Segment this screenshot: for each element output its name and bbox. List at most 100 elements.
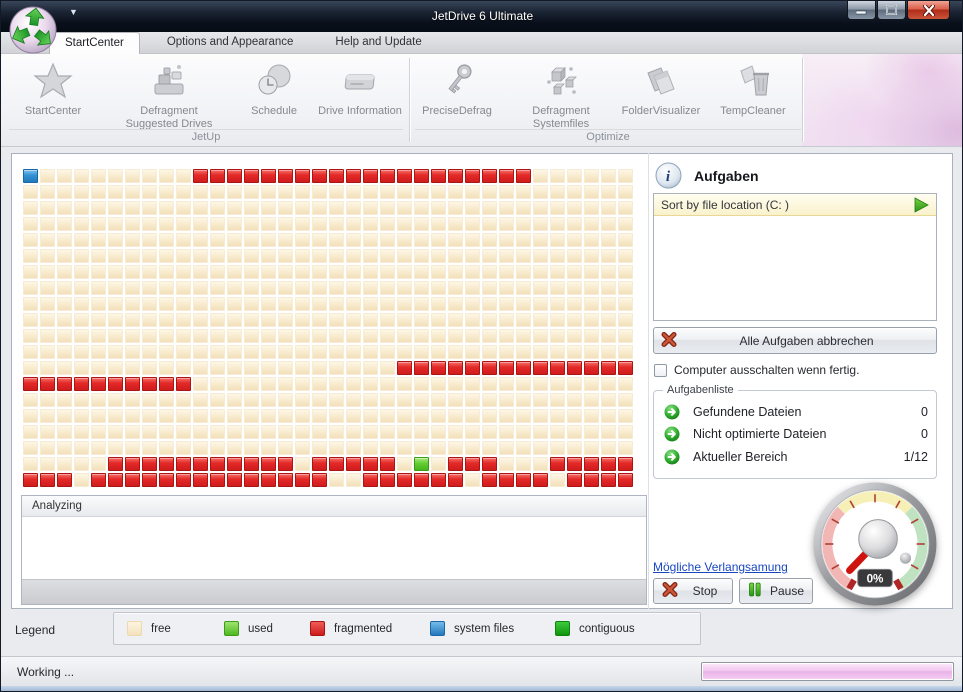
trash-icon [701, 58, 805, 102]
cancel-all-tasks-button[interactable]: Alle Aufgaben abbrechen [653, 327, 937, 354]
disk-cell-free [91, 265, 106, 279]
disk-cell-free [125, 361, 140, 375]
disk-cell-free [550, 185, 565, 199]
disk-cell-free [499, 329, 514, 343]
disk-cell-free [346, 265, 361, 279]
disk-cell-free [329, 425, 344, 439]
disk-cell-free [57, 185, 72, 199]
disk-cell-free [465, 345, 480, 359]
pause-button[interactable]: Pause [739, 578, 813, 604]
disk-cell-fragmented [244, 169, 259, 183]
minimize-button[interactable] [847, 1, 876, 20]
disk-cell-fragmented [261, 473, 276, 487]
disk-cell-free [23, 185, 38, 199]
disk-cell-free [346, 313, 361, 327]
disk-cell-fragmented [142, 473, 157, 487]
task-list-groupbox: Aufgabenliste Gefundene Dateien 0 Nicht … [653, 390, 937, 479]
disk-cell-free [261, 441, 276, 455]
disk-cell-free [380, 201, 395, 215]
disk-cell-free [23, 233, 38, 247]
disk-cell-free [159, 169, 174, 183]
tab-startcenter[interactable]: StartCenter [49, 32, 140, 54]
disk-cell-fragmented [210, 473, 225, 487]
maximize-button[interactable] [877, 1, 906, 20]
disk-cell-free [601, 345, 616, 359]
disk-cell-free [550, 297, 565, 311]
disk-cell-free [465, 297, 480, 311]
disk-cell-free [499, 297, 514, 311]
ribbon-item-drive-information[interactable]: Drive Information [308, 58, 412, 118]
ribbon-item-precisedefrag[interactable]: PreciseDefrag [405, 58, 509, 118]
disk-cell-free [244, 217, 259, 231]
disk-cell-free [23, 345, 38, 359]
ribbon-item-defragment-systemfiles[interactable]: Defragment Systemfiles [509, 58, 613, 131]
disk-cell-free [193, 361, 208, 375]
disk-cell-free [159, 249, 174, 263]
disk-cell-free [567, 409, 582, 423]
disk-cell-free [23, 265, 38, 279]
disk-cell-free [176, 185, 191, 199]
disk-cell-free [23, 329, 38, 343]
disk-cell-free [159, 217, 174, 231]
disk-cell-free [74, 281, 89, 295]
disk-cell-free [278, 249, 293, 263]
app-logo-icon[interactable] [6, 3, 60, 62]
disk-cell-free [193, 201, 208, 215]
tab-help-and-update[interactable]: Help and Update [320, 32, 436, 54]
disk-cell-free [159, 297, 174, 311]
tab-options-and-appearance[interactable]: Options and Appearance [152, 32, 309, 54]
disk-cell-free [363, 281, 378, 295]
disk-cell-free [482, 185, 497, 199]
disk-cell-free [431, 297, 446, 311]
legend-item-fragmented: fragmented [310, 621, 392, 636]
close-button[interactable] [907, 1, 950, 20]
stop-button[interactable]: Stop [653, 578, 733, 604]
possible-slowdown-link[interactable]: Mögliche Verlangsamung [653, 560, 788, 574]
disk-cell-free [618, 297, 633, 311]
info-icon: i [655, 162, 682, 189]
disk-cell-free [346, 329, 361, 343]
disk-cell-free [159, 329, 174, 343]
disk-cell-free [533, 281, 548, 295]
disk-cell-free [227, 233, 242, 247]
ribbon-item-startcenter[interactable]: StartCenter [1, 58, 105, 118]
stat-row-found-files: Gefundene Dateien 0 [664, 404, 928, 420]
disk-cell-free [23, 393, 38, 407]
task-queue-item[interactable]: Sort by file location (C: ) [654, 194, 936, 216]
ribbon-item-foldervisualizer[interactable]: FolderVisualizer [609, 58, 713, 118]
ribbon-item-defragment-suggested-drives[interactable]: Defragment Suggested Drives [117, 58, 221, 131]
disk-cell-fragmented [482, 457, 497, 471]
disk-cell-free [278, 297, 293, 311]
disk-cell-fragmented [23, 473, 38, 487]
disk-cell-free [567, 377, 582, 391]
ribbon-item-tempcleaner[interactable]: TempCleaner [701, 58, 805, 118]
task-queue-listbox: Sort by file location (C: ) [653, 193, 937, 321]
disk-cell-fragmented [176, 377, 191, 391]
ribbon-toolbar: StartCenter Defragment Suggested Drives [1, 54, 963, 147]
disk-cell-free [142, 297, 157, 311]
disk-cell-free [516, 249, 531, 263]
disk-cell-fragmented [448, 361, 463, 375]
disk-cell-free [91, 313, 106, 327]
disk-cell-free [397, 201, 412, 215]
disk-cell-free [176, 201, 191, 215]
panel-divider [648, 153, 649, 609]
disk-cell-free [193, 249, 208, 263]
disk-cell-free [295, 377, 310, 391]
disk-cell-free [329, 201, 344, 215]
disk-cell-free [91, 297, 106, 311]
disk-cell-free [533, 217, 548, 231]
disk-cell-free [278, 185, 293, 199]
disk-cell-free [584, 329, 599, 343]
disk-cell-free [210, 201, 225, 215]
disk-cell-fragmented [499, 473, 514, 487]
disk-cell-free [448, 201, 463, 215]
task-list-groupbox-title: Aufgabenliste [663, 384, 738, 396]
disk-cell-free [23, 201, 38, 215]
disk-cell-free [448, 249, 463, 263]
shutdown-checkbox[interactable] [654, 364, 667, 377]
disk-cell-free [516, 185, 531, 199]
disk-cell-free [125, 233, 140, 247]
disk-cell-free [40, 361, 55, 375]
disk-cell-free [142, 345, 157, 359]
